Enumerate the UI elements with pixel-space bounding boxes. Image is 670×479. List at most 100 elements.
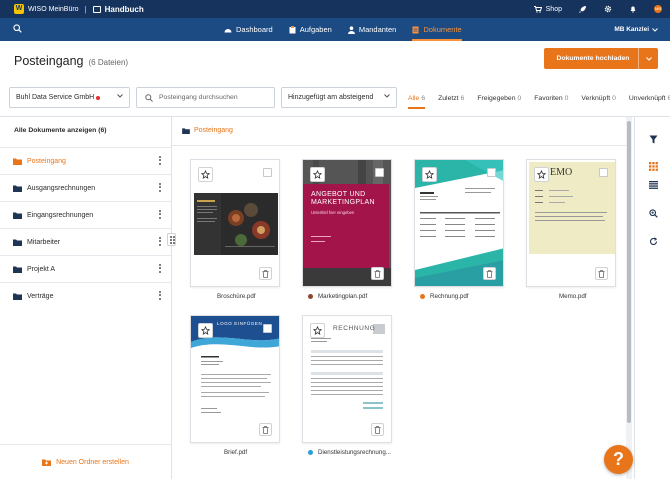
delete-trash-icon[interactable] — [483, 267, 496, 280]
sidebar-item-ausgangsrechnungen[interactable]: Ausgangsrechnungen — [0, 174, 171, 201]
upload-button[interactable]: Dokumente hochladen — [544, 48, 658, 69]
company-select[interactable]: Buhl Data Service GmbH — [9, 87, 130, 108]
company-switcher[interactable]: MB Kanzlei — [614, 18, 658, 41]
page-header: Posteingang (6 Dateien) — [14, 54, 128, 68]
dashboard-icon — [224, 29, 232, 33]
sidebar-item-eingangsrechnungen[interactable]: Eingangsrechnungen — [0, 201, 171, 228]
marketing-thumb-subtitle: Untertitel hier eingeben — [311, 210, 355, 215]
scrollbar-thumb[interactable] — [627, 121, 631, 423]
select-checkbox[interactable] — [487, 168, 496, 177]
favorite-star-icon[interactable] — [310, 323, 325, 338]
favorite-star-icon[interactable] — [310, 167, 325, 182]
zoom-button[interactable] — [643, 203, 663, 223]
new-folder-button[interactable]: Neuen Ordner erstellen — [0, 444, 171, 479]
upload-dropdown-toggle[interactable] — [638, 48, 658, 69]
favorite-star-icon[interactable] — [198, 167, 213, 182]
document-name: Rechnung.pdf — [420, 293, 469, 300]
app-logo[interactable]: W WISO MeinBüro — [14, 4, 79, 14]
zoom-icon — [648, 208, 658, 218]
show-all-documents[interactable]: Alle Dokumente anzeigen (6) — [14, 127, 107, 134]
page-title: Posteingang — [14, 54, 84, 68]
document-card[interactable] — [414, 159, 504, 287]
document-card[interactable]: LOGO EINFÜGEN — [190, 315, 280, 443]
tab-count: 0 — [517, 94, 522, 102]
search-input[interactable]: Posteingang durchsuchen — [136, 87, 275, 108]
tab-favoriten[interactable]: Favoriten 0 — [534, 88, 568, 109]
memo-thumb-title: EMO — [550, 167, 573, 178]
favorite-star-icon[interactable] — [198, 323, 213, 338]
favorite-star-icon[interactable] — [422, 167, 437, 182]
delete-trash-icon[interactable] — [371, 423, 384, 436]
tab-count: 0 — [612, 94, 616, 102]
cart-icon — [533, 5, 542, 13]
tab-verknuepft[interactable]: Verknüpft 0 — [581, 88, 616, 109]
document-card[interactable] — [190, 159, 280, 287]
nav-dashboard-label: Dashboard — [236, 25, 273, 34]
sidebar-item-posteingang[interactable]: Posteingang — [0, 147, 171, 174]
more-icon[interactable] — [159, 291, 161, 301]
scrollbar[interactable] — [626, 117, 632, 479]
nav-mandanten[interactable]: Mandanten — [347, 18, 396, 41]
folder-sidebar: Alle Dokumente anzeigen (6) Posteingang … — [0, 117, 172, 479]
rocket-icon[interactable] — [579, 5, 587, 13]
document-name: Dienstleistungsrechnung... — [308, 449, 391, 456]
select-checkbox[interactable] — [263, 168, 272, 177]
refresh-button[interactable] — [643, 231, 663, 251]
sort-select-value: Hinzugefügt am absteigend — [288, 94, 374, 101]
delete-trash-icon[interactable] — [259, 423, 272, 436]
nav-aufgaben[interactable]: Aufgaben — [289, 18, 332, 41]
handbook-link[interactable]: Handbuch — [92, 5, 144, 14]
nav-dashboard[interactable]: Dashboard — [224, 18, 273, 41]
bell-icon[interactable] — [629, 5, 637, 13]
file-name: Dienstleistungsrechnung... — [318, 449, 391, 456]
breadcrumb[interactable]: Posteingang — [182, 127, 233, 134]
nav-aufgaben-label: Aufgaben — [299, 25, 332, 34]
sidebar-item-projekt-a[interactable]: Projekt A — [0, 255, 171, 282]
tab-label: Freigegeben — [477, 94, 516, 102]
gear-icon[interactable] — [604, 5, 612, 13]
status-dot — [308, 450, 313, 455]
sidebar-item-mitarbeiter[interactable]: Mitarbeiter — [0, 228, 171, 255]
tab-freigegeben[interactable]: Freigegeben 0 — [477, 88, 521, 109]
list-view-button[interactable] — [643, 175, 663, 195]
select-checkbox[interactable] — [375, 168, 384, 177]
help-button[interactable]: ? — [604, 445, 633, 474]
select-checkbox[interactable] — [263, 324, 272, 333]
sort-select[interactable]: Hinzugefügt am absteigend — [281, 87, 397, 108]
folder-icon — [13, 212, 22, 219]
grid-icon — [648, 161, 658, 171]
document-card[interactable]: ANGEBOT UND MARKETINGPLAN Untertitel hie… — [302, 159, 392, 287]
filter-row: Buhl Data Service GmbH Posteingang durch… — [0, 83, 670, 113]
tab-label: Zuletzt — [438, 94, 459, 102]
folder-icon — [13, 293, 22, 300]
breadcrumb-label: Posteingang — [194, 127, 233, 134]
folder-icon — [13, 185, 22, 192]
filter-button[interactable] — [643, 129, 663, 149]
document-name: Memo.pdf — [559, 293, 587, 300]
avatar[interactable]: MB — [654, 5, 662, 13]
more-icon[interactable] — [159, 264, 161, 274]
nav-dokumente[interactable]: Dokumente — [412, 18, 463, 41]
shop-link[interactable]: Shop — [533, 5, 562, 13]
file-count: (6 Dateien) — [88, 58, 129, 67]
search-icon[interactable] — [13, 24, 22, 33]
delete-trash-icon[interactable] — [259, 267, 272, 280]
document-card[interactable]: EMO — [526, 159, 616, 287]
tab-unverknuepft[interactable]: Unverknüpft 6 — [629, 88, 670, 109]
favorite-star-icon[interactable] — [534, 167, 549, 182]
app-name: WISO MeinBüro — [28, 5, 79, 13]
folder-icon — [13, 239, 22, 246]
more-icon[interactable] — [159, 156, 161, 166]
tab-zuletzt[interactable]: Zuletzt 6 — [438, 88, 464, 109]
document-card[interactable]: RECHNUNG — [302, 315, 392, 443]
more-icon[interactable] — [159, 237, 161, 247]
more-icon[interactable] — [159, 183, 161, 193]
more-icon[interactable] — [159, 210, 161, 220]
main-nav: Dashboard Aufgaben Mandanten Dokumente M… — [0, 18, 670, 41]
select-checkbox[interactable] — [599, 168, 608, 177]
tab-alle[interactable]: Alle 6 — [408, 88, 426, 109]
delete-trash-icon[interactable] — [595, 267, 608, 280]
sidebar-item-vertraege[interactable]: Verträge — [0, 282, 171, 309]
delete-trash-icon[interactable] — [371, 267, 384, 280]
grid-view-button[interactable] — [643, 156, 663, 176]
